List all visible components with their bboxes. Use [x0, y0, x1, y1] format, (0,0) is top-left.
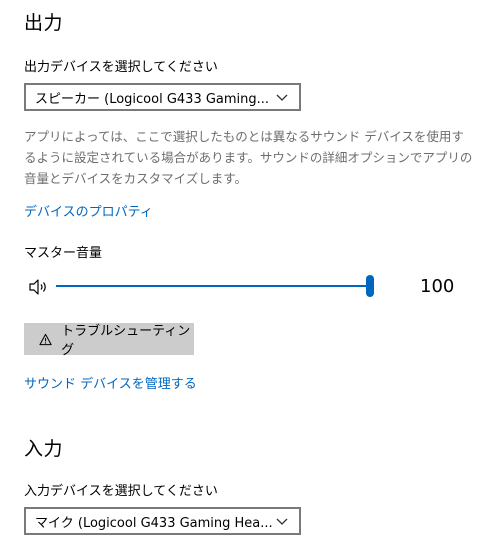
input-device-value: マイク (Logicool G433 Gaming Hea...	[35, 515, 273, 531]
chevron-down-icon	[276, 94, 288, 101]
speaker-icon[interactable]	[28, 278, 50, 296]
input-device-label: 入力デバイスを選択してください	[24, 484, 218, 499]
output-description: アプリによっては、ここで選択したものとは異なるサウンド デバイスを使用するように…	[24, 129, 473, 186]
output-device-select[interactable]: スピーカー (Logicool G433 Gaming...	[24, 83, 301, 111]
device-properties-link[interactable]: デバイスのプロパティ	[24, 201, 153, 220]
chevron-down-icon	[276, 518, 288, 525]
volume-slider-thumb[interactable]	[366, 275, 374, 297]
volume-slider-track[interactable]	[56, 285, 372, 287]
output-device-label: 出力デバイスを選択してください	[24, 60, 218, 75]
output-device-value: スピーカー (Logicool G433 Gaming...	[35, 91, 270, 107]
manage-sound-devices-link[interactable]: サウンド デバイスを管理する	[24, 373, 197, 392]
master-volume-label: マスター音量	[24, 246, 103, 261]
warning-icon	[39, 333, 52, 345]
output-section-title: 出力	[24, 12, 64, 34]
input-section-title: 入力	[24, 438, 64, 460]
volume-value: 100	[420, 276, 455, 297]
troubleshoot-label: トラブルシューティング	[61, 324, 191, 358]
input-device-select[interactable]: マイク (Logicool G433 Gaming Hea...	[24, 507, 301, 535]
troubleshoot-button[interactable]: トラブルシューティング	[24, 323, 194, 358]
